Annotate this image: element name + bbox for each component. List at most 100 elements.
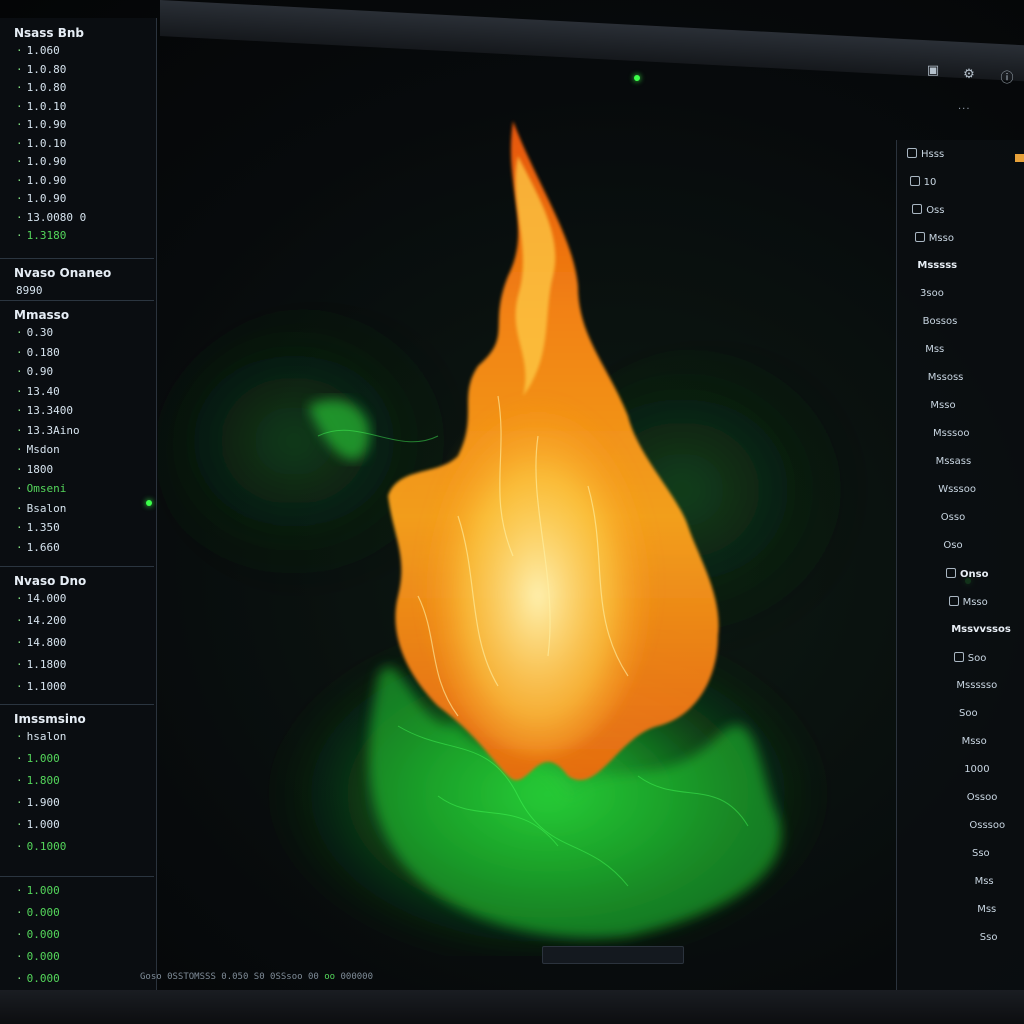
parameter-row[interactable]: · 0.000: [16, 928, 60, 941]
property-label: Soo: [959, 708, 978, 719]
property-label: Mss: [974, 876, 994, 887]
property-row[interactable]: Wsssoo: [938, 484, 976, 495]
parameter-row[interactable]: · 1800: [16, 463, 53, 476]
bullet-icon: ·: [16, 658, 23, 671]
parameter-row[interactable]: · 1.350: [16, 521, 60, 534]
property-row[interactable]: Msssss: [917, 260, 957, 271]
parameter-row[interactable]: · 14.800: [16, 636, 66, 649]
property-label: 3soo: [920, 288, 944, 299]
property-row[interactable]: Mssass: [936, 456, 972, 467]
property-row[interactable]: Oso: [943, 540, 962, 551]
parameter-row[interactable]: · 13.0080 0: [16, 211, 86, 224]
parameter-row[interactable]: · Msdon: [16, 443, 60, 456]
checkbox-icon[interactable]: [907, 148, 917, 158]
checkbox-icon[interactable]: [946, 568, 956, 578]
parameter-row[interactable]: · 1.000: [16, 884, 60, 897]
parameter-row[interactable]: · 1.0.80: [16, 63, 66, 76]
parameter-value: 0.90: [26, 365, 54, 378]
parameter-row[interactable]: · 1.000: [16, 818, 60, 831]
parameter-row[interactable]: · 13.3Aino: [16, 424, 80, 437]
property-row[interactable]: Mss: [925, 344, 944, 355]
parameter-row[interactable]: · 13.3400: [16, 404, 73, 417]
parameter-row[interactable]: · 1.1800: [16, 658, 66, 671]
section-title[interactable]: Nsass Bnb: [14, 26, 84, 40]
property-row[interactable]: Oss: [912, 204, 944, 216]
checkbox-icon[interactable]: [912, 204, 923, 214]
parameter-row[interactable]: · 1.0.10: [16, 137, 66, 150]
checkbox-icon[interactable]: [953, 652, 964, 662]
flame-core: [418, 356, 658, 756]
property-row[interactable]: 10: [909, 176, 936, 188]
property-row[interactable]: 3soo: [920, 288, 944, 299]
parameter-row[interactable]: · 1.0.90: [16, 155, 66, 168]
timeline-scrubber[interactable]: [542, 946, 684, 964]
parameter-row[interactable]: · 1.3180: [16, 229, 66, 242]
bullet-icon: ·: [16, 752, 23, 765]
property-row[interactable]: Onso: [946, 568, 988, 580]
parameter-value: 13.3Aino: [26, 423, 80, 437]
property-row[interactable]: Mssssso: [956, 680, 997, 691]
property-row[interactable]: Mss: [977, 904, 996, 915]
property-row[interactable]: Mssvvssos: [951, 624, 1011, 635]
parameter-row[interactable]: · 1.1000: [16, 680, 66, 693]
parameter-row[interactable]: · 1.900: [16, 796, 60, 809]
parameter-row[interactable]: · 0.30: [16, 326, 53, 339]
simulation-viewport[interactable]: [158, 36, 898, 956]
section-title[interactable]: Nvaso Dno: [14, 574, 86, 588]
info-icon[interactable]: ⓘ: [998, 72, 1016, 86]
settings-icon[interactable]: ⚙: [960, 68, 978, 82]
color-swatch[interactable]: [1015, 154, 1024, 162]
property-label: Oss: [926, 205, 945, 216]
parameter-row[interactable]: · Omseni: [16, 482, 66, 495]
property-row[interactable]: Osso: [941, 512, 965, 523]
property-row[interactable]: Soo: [959, 708, 978, 719]
parameter-row[interactable]: · 13.40: [16, 385, 60, 398]
property-row[interactable]: Msso: [962, 736, 987, 747]
property-row[interactable]: Msso: [948, 596, 988, 608]
parameter-row[interactable]: · 1.0.90: [16, 192, 66, 205]
section-title[interactable]: Imssmsino: [14, 712, 86, 726]
parameter-value: 0.000: [26, 928, 60, 941]
parameter-row[interactable]: · 1.0.90: [16, 118, 66, 131]
property-row[interactable]: Hsss: [907, 148, 944, 160]
parameter-row[interactable]: · 0.000: [16, 972, 60, 985]
property-row[interactable]: Mssoss: [928, 372, 964, 383]
bullet-icon: ·: [16, 730, 23, 743]
parameter-row[interactable]: · 0.000: [16, 906, 60, 919]
bullet-icon: ·: [16, 636, 23, 649]
property-row[interactable]: Ossoo: [967, 792, 998, 803]
parameter-row[interactable]: · 1.000: [16, 752, 60, 765]
parameter-row[interactable]: · 0.180: [16, 346, 60, 359]
section-title[interactable]: Mmasso: [14, 308, 69, 322]
parameter-row[interactable]: · 1.0.10: [16, 100, 66, 113]
property-row[interactable]: Mss: [975, 876, 994, 887]
checkbox-icon[interactable]: [948, 596, 959, 606]
parameter-row[interactable]: · 0.90: [16, 365, 53, 378]
property-label: Onso: [960, 569, 989, 580]
parameter-row[interactable]: · 0.1000: [16, 840, 66, 853]
parameter-row[interactable]: · 1.660: [16, 541, 60, 554]
parameter-row[interactable]: · 1.060: [16, 44, 60, 57]
property-row[interactable]: Bossos: [923, 316, 958, 327]
bullet-icon: ·: [16, 326, 23, 339]
property-row[interactable]: Sso: [972, 848, 990, 859]
property-row[interactable]: Soo: [953, 652, 986, 664]
parameter-row[interactable]: · 1.800: [16, 774, 60, 787]
parameter-row[interactable]: · Bsalon: [16, 502, 66, 515]
camera-icon[interactable]: ▣: [924, 64, 942, 78]
property-row[interactable]: 1000: [964, 764, 989, 775]
parameter-row[interactable]: · 1.0.90: [16, 174, 66, 187]
property-row[interactable]: Msssoo: [933, 428, 970, 439]
parameter-row[interactable]: · 14.200: [16, 614, 66, 627]
property-row[interactable]: Msso: [930, 400, 955, 411]
parameter-row[interactable]: · 1.0.80: [16, 81, 66, 94]
parameter-row[interactable]: · 0.000: [16, 950, 60, 963]
checkbox-icon[interactable]: [909, 176, 920, 186]
parameter-row[interactable]: · hsalon: [16, 730, 66, 743]
property-row[interactable]: Sso: [980, 932, 998, 943]
section-title[interactable]: Nvaso Onaneo: [14, 266, 111, 280]
checkbox-icon[interactable]: [914, 232, 925, 242]
parameter-row[interactable]: · 14.000: [16, 592, 66, 605]
property-row[interactable]: Osssoo: [969, 820, 1005, 831]
property-row[interactable]: Msso: [914, 232, 954, 244]
